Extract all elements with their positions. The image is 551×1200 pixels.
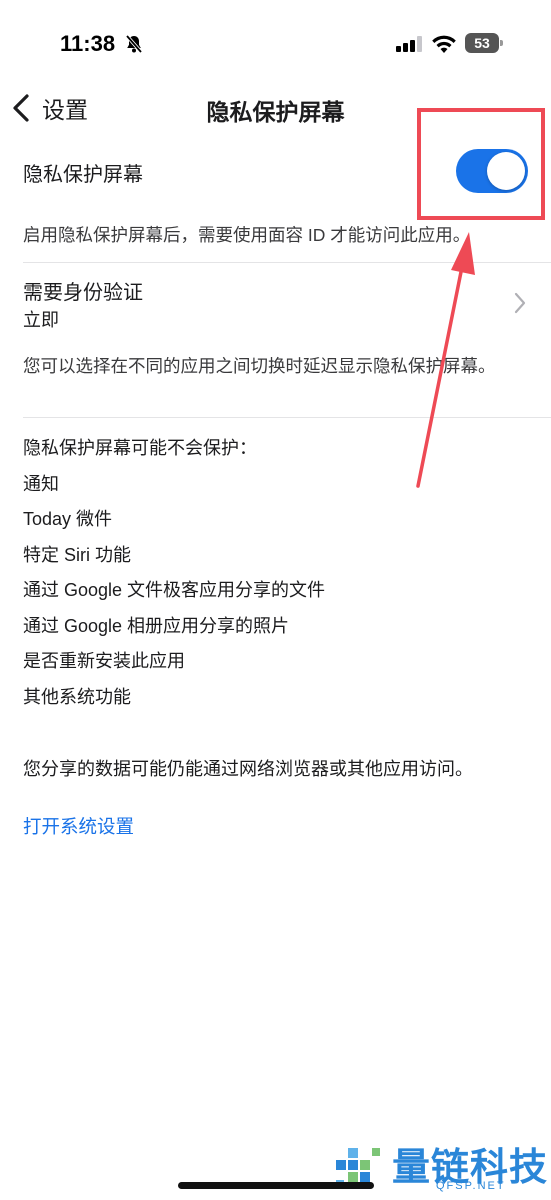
list-item: 通过 Google 相册应用分享的照片: [23, 616, 290, 636]
auth-value: 立即: [23, 310, 59, 330]
list-item: 通过 Google 文件极客应用分享的文件: [23, 580, 326, 600]
list-item: 通知: [23, 474, 59, 494]
list-item: 特定 Siri 功能: [23, 545, 131, 565]
auth-description: 您可以选择在不同的应用之间切换时延迟显示隐私保护屏幕。: [23, 356, 496, 376]
annotation-highlight-box: [417, 108, 545, 220]
open-system-settings-link[interactable]: 打开系统设置: [23, 813, 134, 839]
battery-level: 53: [465, 33, 499, 53]
status-bar: 11:38 53: [0, 0, 551, 80]
status-time: 11:38: [60, 31, 116, 56]
list-item: Today 微件: [23, 509, 113, 529]
watermark-subtext: QFSP.NET: [436, 1180, 506, 1192]
home-indicator[interactable]: [178, 1182, 374, 1189]
not-protected-heading: 隐私保护屏幕可能不会保护：: [23, 438, 257, 458]
auth-row[interactable]: 需要身份验证 立即: [0, 263, 551, 335]
battery-icon: 53: [465, 33, 503, 53]
divider: [23, 417, 551, 418]
privacy-screen-label: 隐私保护屏幕: [23, 164, 143, 186]
list-item: 是否重新安装此应用: [23, 651, 185, 671]
auth-label: 需要身份验证: [23, 282, 143, 304]
list-item: 其他系统功能: [23, 687, 131, 707]
watermark: 量链科技 QFSP.NET: [330, 1134, 551, 1200]
chevron-right-icon: [514, 292, 526, 314]
wifi-icon: [432, 35, 456, 53]
data-access-note: 您分享的数据可能仍能通过网络浏览器或其他应用访问。: [23, 759, 473, 779]
privacy-screen-description: 启用隐私保护屏幕后，需要使用面容 ID 才能访问此应用。: [23, 225, 471, 245]
bell-slash-icon: [125, 34, 143, 54]
signal-icon: [396, 36, 422, 52]
